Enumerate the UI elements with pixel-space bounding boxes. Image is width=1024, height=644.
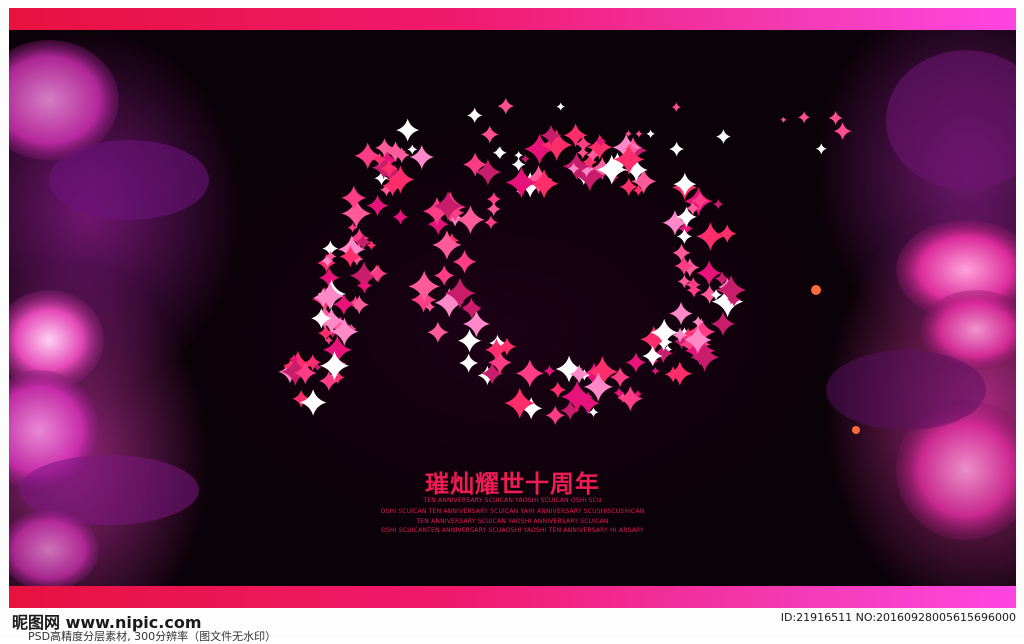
sparkle-shape xyxy=(718,224,737,243)
sparkle-shape xyxy=(392,209,409,225)
sparkle-shape xyxy=(713,199,724,210)
sparkle-shape xyxy=(828,111,843,125)
subline-2: OSHI SCUICAN TEN ANNIVERSARY SCUICAN YAH… xyxy=(380,508,645,515)
sparkle-shape xyxy=(407,144,418,155)
anniversary-poster: 璀灿耀世十周年 TEN ANNIVERSARY SCUICAN YAOSHI S… xyxy=(9,8,1016,608)
sparkle-shape xyxy=(520,154,530,164)
sparkle-shape xyxy=(556,102,565,111)
sparkle-shape xyxy=(497,97,515,115)
image-id-watermark: ID:21916511 NO:20160928005615696000 xyxy=(780,611,1016,624)
sparkle-shape xyxy=(427,321,449,343)
sparkle-shape xyxy=(467,107,483,123)
sparkle-shape xyxy=(486,202,501,217)
sparkle-shape xyxy=(480,125,499,144)
sparkle-shape xyxy=(463,310,490,338)
sparkle-shape xyxy=(432,230,462,260)
sparkle-shape xyxy=(696,222,725,251)
sparkle-shape xyxy=(780,116,787,123)
sparkle-shape xyxy=(646,129,655,139)
sparkle-shape xyxy=(452,250,477,274)
sparkle-shape xyxy=(515,359,544,388)
sparkle-shape xyxy=(651,366,660,376)
sparkle-shape xyxy=(673,172,697,196)
sparkle-shape xyxy=(716,129,731,144)
sparkle-shape xyxy=(669,141,684,157)
sparkle-shape xyxy=(493,146,507,160)
sparkle-shape xyxy=(576,146,589,159)
sparkle-shape xyxy=(642,345,663,367)
subline-3: TEN ANNIVERSARY SCUICAN YAOSHI ANNIVERSA… xyxy=(416,518,609,525)
sparkle-shape xyxy=(459,353,479,373)
sparkle-shape xyxy=(696,260,722,286)
sparkle-shape xyxy=(505,166,538,199)
sparkle-shape xyxy=(672,243,691,262)
sparkle-shape xyxy=(545,405,565,426)
sparkle-shape xyxy=(369,264,388,283)
sparkle-shape xyxy=(669,301,693,326)
sparkle-shape xyxy=(456,205,485,235)
sparkle-shape xyxy=(319,351,350,381)
image-frame: 璀灿耀世十周年 TEN ANNIVERSARY SCUICAN YAOSHI S… xyxy=(0,0,1024,643)
sparkle-shape xyxy=(635,130,643,138)
subline-4: OSHI SCUICANTEN ANNIVERSARY SCUAOSHI YAO… xyxy=(381,527,644,534)
sparkle-shape xyxy=(617,386,643,412)
sparkle-shape xyxy=(625,352,647,373)
sparkle-shape xyxy=(710,311,736,337)
sparkle-shape xyxy=(676,228,692,244)
sparkle-shape xyxy=(549,381,566,398)
sparkle-shape xyxy=(299,389,327,416)
bottom-caption: PSD高精度分层素材, 300分辨率（图文件无水印） xyxy=(28,630,277,643)
bottom-gradient-band xyxy=(9,586,1016,608)
sparkle-shape xyxy=(354,142,381,170)
sparkle-shape xyxy=(798,111,811,124)
sparkle-shape xyxy=(433,265,455,286)
sparkle-shape xyxy=(671,102,681,112)
subline-1: TEN ANNIVERSARY SCUICAN YAOSHI SCUICAN O… xyxy=(423,497,602,504)
sparkle-shape xyxy=(815,143,827,155)
sparkle-shape xyxy=(341,185,367,211)
sparkle-shape xyxy=(833,122,852,140)
sparkle-shape xyxy=(543,365,556,377)
sparkle-shape xyxy=(396,118,420,142)
headline-text: 璀灿耀世十周年 xyxy=(425,470,600,498)
sparkle-shape xyxy=(484,215,498,230)
